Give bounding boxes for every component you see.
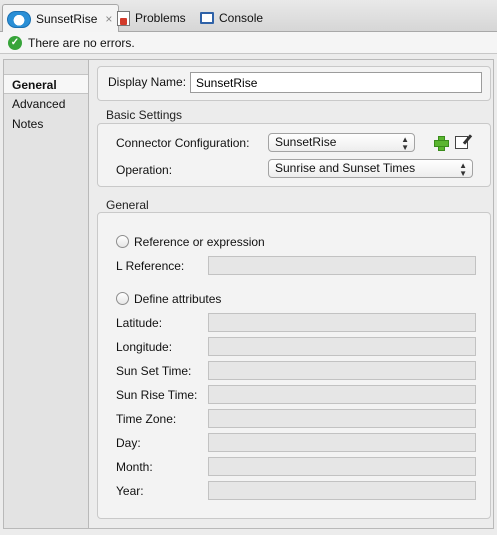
- month-label: Month:: [116, 460, 153, 474]
- latitude-field: [208, 313, 476, 332]
- tab-label-sunsetrise: SunsetRise: [36, 12, 98, 26]
- display-name-group: Display Name:: [97, 66, 491, 101]
- tab-label-console: Console: [219, 11, 264, 25]
- operation-select[interactable]: Sunrise and Sunset Times ▲ ▼: [268, 159, 473, 178]
- general-section-title: General: [106, 198, 149, 212]
- property-nav: General Advanced Notes: [3, 59, 90, 529]
- sun-set-time-field: [208, 361, 476, 380]
- l-reference-field: [208, 256, 476, 275]
- select-arrows-icon: ▲ ▼: [401, 135, 409, 152]
- display-name-input[interactable]: [190, 72, 482, 93]
- define-attributes-label: Define attributes: [134, 292, 222, 306]
- year-field: [208, 481, 476, 500]
- connector-configuration-label: Connector Configuration:: [116, 136, 250, 150]
- tab-console[interactable]: Console: [200, 4, 263, 32]
- edit-icon[interactable]: [455, 136, 468, 149]
- operation-value: Sunrise and Sunset Times: [275, 161, 416, 175]
- sun-set-time-label: Sun Set Time:: [116, 364, 192, 378]
- tab-problems[interactable]: Problems: [117, 4, 186, 32]
- tab-sunsetrise[interactable]: SunsetRise ×: [2, 4, 120, 33]
- basic-settings-title: Basic Settings: [106, 108, 183, 122]
- error-status-bar: ✓ There are no errors.: [0, 32, 497, 54]
- day-label: Day:: [116, 436, 141, 450]
- nav-item-notes[interactable]: Notes: [4, 114, 89, 134]
- select-arrows-icon: ▲ ▼: [459, 161, 467, 178]
- cloud-icon: [7, 10, 31, 28]
- basic-settings-group: Connector Configuration: SunsetRise ▲ ▼ O…: [97, 123, 491, 187]
- connector-configuration-value: SunsetRise: [275, 135, 337, 149]
- check-circle-icon: ✓: [8, 35, 22, 50]
- general-properties-panel: Display Name: Basic Settings Connector C…: [88, 59, 494, 529]
- longitude-label: Longitude:: [116, 340, 173, 354]
- reference-option-label: Reference or expression: [134, 235, 265, 249]
- time-zone-label: Time Zone:: [116, 412, 177, 426]
- nav-item-advanced[interactable]: Advanced: [4, 94, 89, 114]
- status-message: There are no errors.: [28, 35, 135, 50]
- latitude-label: Latitude:: [116, 316, 163, 330]
- longitude-field: [208, 337, 476, 356]
- sun-rise-time-field: [208, 385, 476, 404]
- general-attributes-group: Reference or expression L Reference: Def…: [97, 212, 491, 519]
- problems-icon: [117, 10, 130, 26]
- console-icon: [200, 12, 214, 24]
- close-icon[interactable]: ×: [105, 12, 112, 26]
- connector-configuration-select[interactable]: SunsetRise ▲ ▼: [268, 133, 415, 152]
- editor-tab-bar: SunsetRise × Problems Console: [0, 0, 497, 33]
- reference-radio[interactable]: [116, 235, 129, 248]
- time-zone-field: [208, 409, 476, 428]
- year-label: Year:: [116, 484, 144, 498]
- operation-label: Operation:: [116, 163, 173, 177]
- plus-icon[interactable]: [434, 136, 449, 151]
- define-attributes-radio[interactable]: [116, 292, 129, 305]
- month-field: [208, 457, 476, 476]
- nav-item-general[interactable]: General: [4, 74, 90, 94]
- sun-rise-time-label: Sun Rise Time:: [116, 388, 198, 402]
- l-reference-label: L Reference:: [116, 259, 185, 273]
- display-name-label: Display Name:: [108, 75, 187, 89]
- day-field: [208, 433, 476, 452]
- tab-label-problems: Problems: [135, 11, 186, 25]
